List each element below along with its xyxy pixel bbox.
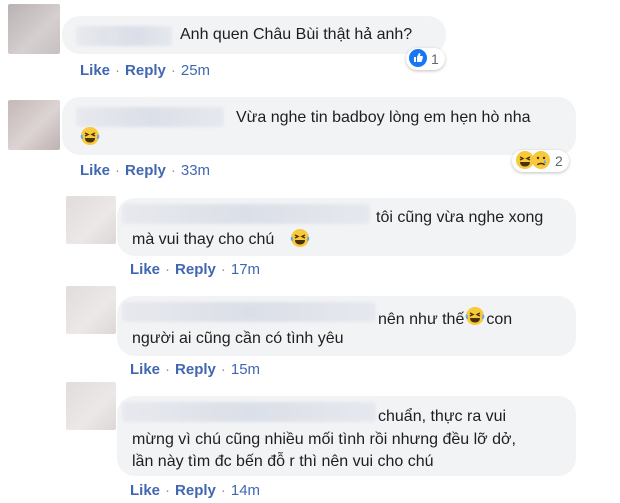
- like-link[interactable]: Like: [130, 261, 160, 278]
- separator: ·: [165, 261, 171, 278]
- laughing-emoji-icon: [465, 306, 485, 334]
- reaction-summary[interactable]: 2: [512, 150, 569, 172]
- separator: ·: [220, 482, 226, 499]
- laughing-emoji-icon: [80, 126, 100, 151]
- reply-text-part: con: [486, 311, 513, 329]
- reply-text-part: nên như thế: [378, 311, 465, 329]
- crying-emoji-icon: [531, 150, 551, 173]
- reaction-summary[interactable]: 1: [406, 48, 445, 70]
- timestamp[interactable]: 14m: [231, 482, 260, 499]
- reply-link[interactable]: Reply: [175, 261, 216, 278]
- laughing-emoji-icon: [290, 228, 310, 253]
- reply-actions: Like · Reply · 17m: [130, 261, 260, 278]
- like-link[interactable]: Like: [80, 162, 110, 179]
- like-link[interactable]: Like: [130, 482, 160, 499]
- comment-text: Vừa nghe tin badboy lòng em hẹn hò nha: [236, 109, 531, 126]
- comment-text: Anh quen Châu Bùi thật hả anh?: [180, 26, 413, 43]
- separator: ·: [165, 361, 171, 378]
- separator: ·: [220, 361, 226, 378]
- separator: ·: [170, 62, 176, 79]
- avatar[interactable]: [66, 382, 116, 430]
- avatar[interactable]: [8, 100, 60, 150]
- reply-link[interactable]: Reply: [125, 162, 166, 179]
- separator: ·: [220, 261, 226, 278]
- reply-text-line-2: mà vui thay cho chú: [132, 231, 275, 248]
- timestamp[interactable]: 33m: [181, 162, 210, 179]
- reply-actions: Like · Reply · 15m: [130, 361, 260, 378]
- reply-link[interactable]: Reply: [125, 62, 166, 79]
- timestamp[interactable]: 25m: [181, 62, 210, 79]
- separator: ·: [165, 482, 171, 499]
- timestamp[interactable]: 15m: [231, 361, 260, 378]
- author-name-blurred: [108, 28, 168, 44]
- avatar[interactable]: [66, 286, 116, 334]
- reply-text-line-1: tôi cũng vừa nghe xong: [376, 209, 544, 226]
- author-name-blurred[interactable]: [122, 402, 376, 422]
- like-link[interactable]: Like: [130, 361, 160, 378]
- reply-text-line-1: nên như thế con: [378, 306, 512, 334]
- like-link[interactable]: Like: [80, 62, 110, 79]
- reply-link[interactable]: Reply: [175, 482, 216, 499]
- reaction-count: 2: [555, 153, 563, 169]
- timestamp[interactable]: 17m: [231, 261, 260, 278]
- author-name-blurred[interactable]: [76, 107, 224, 127]
- author-name-blurred[interactable]: [122, 204, 370, 224]
- like-reaction-icon: [409, 48, 427, 70]
- separator: ·: [170, 162, 176, 179]
- reply-actions: Like · Reply · 14m: [130, 482, 260, 499]
- separator: ·: [115, 162, 121, 179]
- avatar[interactable]: [8, 4, 60, 54]
- comment-actions: Like · Reply · 25m: [80, 62, 210, 79]
- comment-actions: Like · Reply · 33m: [80, 162, 210, 179]
- reply-text-line-2: người ai cũng cần có tình yêu: [132, 330, 344, 347]
- avatar[interactable]: [66, 196, 116, 244]
- reply-text-line-2: mừng vì chú cũng nhiều mối tình rồi nhưn…: [132, 431, 516, 448]
- reply-text-line-3: lần này tìm đc bến đỗ r thì nên vui cho …: [132, 453, 434, 470]
- reply-link[interactable]: Reply: [175, 361, 216, 378]
- reply-text-line-1: chuẩn, thực ra vui: [378, 408, 507, 425]
- separator: ·: [115, 62, 121, 79]
- reaction-count: 1: [431, 51, 439, 67]
- author-name-blurred[interactable]: [122, 302, 376, 322]
